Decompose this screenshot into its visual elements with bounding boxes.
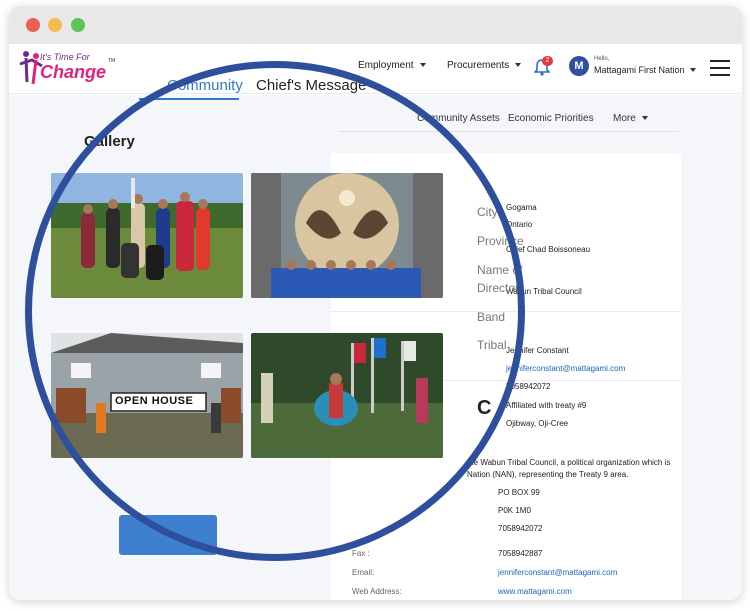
- logo-wordmark: Change: [40, 62, 107, 82]
- detail-language-value: Ojibway, Oji-Cree: [506, 419, 569, 428]
- tab-community[interactable]: Community: [167, 77, 243, 94]
- email-label: Email:: [352, 568, 375, 577]
- chevron-down-icon[interactable]: [690, 68, 696, 72]
- procurements-menu[interactable]: Procurements: [447, 60, 522, 71]
- contact-email-link[interactable]: jenniferconstant@mattagami.com: [498, 568, 617, 577]
- greeting-text: Hello,: [594, 56, 610, 62]
- web-address-label: Web Address:: [352, 587, 402, 596]
- detail-phone-value: 7058942072: [506, 382, 551, 391]
- section-heading-initial: C: [477, 397, 492, 419]
- trademark-mark: TM: [108, 58, 116, 64]
- title-bar: [9, 6, 742, 44]
- logo[interactable]: It's Time For Change TM: [18, 48, 118, 88]
- main-content: Community Chief's Message Community Asse…: [9, 77, 742, 600]
- gallery-photo-group-outdoors[interactable]: [51, 173, 243, 298]
- tab-chiefs-message[interactable]: Chief's Message: [256, 77, 366, 94]
- contact-web-link[interactable]: www.mattagami.com: [498, 587, 572, 596]
- subnav-community-assets[interactable]: Community Assets: [417, 113, 500, 124]
- notification-badge: 2: [542, 56, 553, 66]
- employment-label: Employment: [358, 60, 414, 71]
- detail-treaty-value: Affiliated with treaty #9: [506, 401, 587, 410]
- gallery-photo-open-house[interactable]: OPEN HOUSE: [51, 333, 243, 458]
- card-divider: [331, 311, 681, 312]
- name-of-label: Name of: [477, 263, 523, 277]
- contact-postal-code: P0K 1M0: [498, 506, 531, 515]
- subnav-more[interactable]: More: [613, 113, 648, 124]
- browser-window: It's Time For Change TM Employment Procu…: [9, 6, 742, 600]
- detail-contact-value: Jennifer Constant: [506, 346, 569, 355]
- maximize-window-button[interactable]: [71, 18, 85, 32]
- top-navigation: It's Time For Change TM Employment Procu…: [9, 44, 742, 94]
- description-line-2: Nation (NAN), representing the Treaty 9 …: [467, 470, 629, 479]
- contact-phone: 7058942072: [498, 524, 543, 533]
- open-house-sign-text: OPEN HOUSE: [115, 395, 194, 407]
- tribal-label: Tribal: [477, 338, 507, 352]
- chevron-down-icon: [515, 63, 522, 68]
- detail-province-value: Ontario: [506, 220, 533, 229]
- chevron-down-icon: [641, 116, 648, 121]
- fax-label: Fax :: [352, 549, 370, 558]
- avatar[interactable]: M: [569, 56, 589, 76]
- procurements-label: Procurements: [447, 60, 510, 71]
- province-label: Province: [477, 234, 524, 248]
- director-label: Director: [477, 281, 520, 295]
- employment-menu[interactable]: Employment: [358, 60, 426, 71]
- gallery-photo-dancer[interactable]: [251, 333, 443, 458]
- detail-email-link[interactable]: jenniferconstant@mattagami.com: [506, 364, 625, 373]
- contact-fax: 7058942887: [498, 549, 543, 558]
- contact-address: PO BOX 99: [498, 488, 540, 497]
- organization-name[interactable]: Mattagami First Nation: [594, 65, 685, 75]
- description-line-1: the Wabun Tribal Council, a political or…: [467, 458, 671, 467]
- logo-tagline: It's Time For: [40, 52, 90, 62]
- subnav-economic-priorities[interactable]: Economic Priorities: [508, 113, 594, 124]
- more-label: More: [613, 113, 636, 124]
- subnav-divider: [339, 131, 679, 132]
- chevron-down-icon: [419, 63, 426, 68]
- city-label: City: [477, 205, 498, 219]
- view-more-button[interactable]: [119, 515, 217, 555]
- gallery-title: Gallery: [84, 133, 135, 150]
- detail-city-value: Gogama: [506, 203, 537, 212]
- close-window-button[interactable]: [26, 18, 40, 32]
- active-tab-indicator: [139, 98, 239, 100]
- primary-tabs: Community Chief's Message: [9, 77, 742, 111]
- minimize-window-button[interactable]: [48, 18, 62, 32]
- gallery-photo-emblem-group[interactable]: [251, 173, 443, 298]
- band-label: Band: [477, 310, 506, 324]
- hamburger-menu-icon[interactable]: [710, 60, 730, 76]
